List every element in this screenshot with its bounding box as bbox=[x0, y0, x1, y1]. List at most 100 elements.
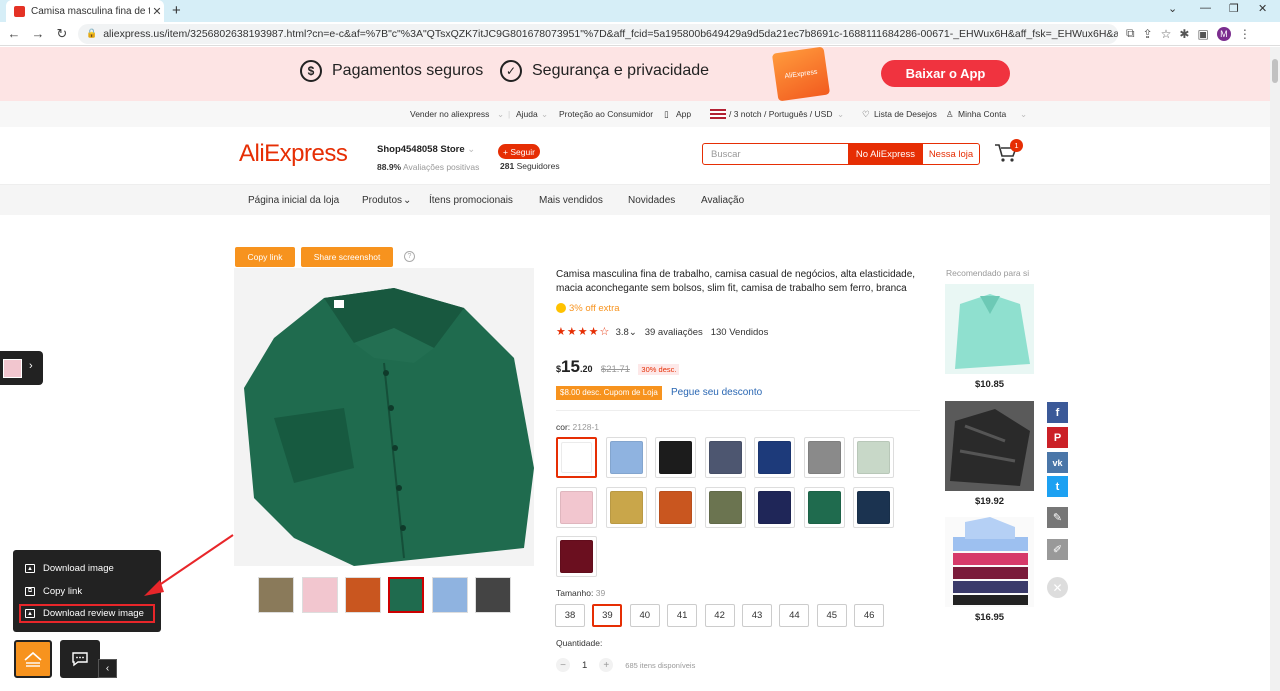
thumbnail-2[interactable] bbox=[302, 577, 338, 613]
url-field[interactable]: 🔒 aliexpress.us/item/3256802638193987.ht… bbox=[78, 23, 1118, 44]
menu-download-image[interactable]: ▲ Download image bbox=[25, 563, 114, 574]
search-store-button[interactable]: Nessa loja bbox=[922, 143, 980, 165]
color-swatch-12[interactable] bbox=[754, 486, 795, 528]
forward-icon[interactable]: → bbox=[28, 26, 48, 41]
color-swatch-10[interactable] bbox=[655, 486, 696, 528]
browser-tab[interactable]: Camisa masculina fina de trab ✕ bbox=[6, 0, 164, 22]
new-tab-button[interactable]: + bbox=[172, 2, 181, 19]
edit-note-icon[interactable]: ✎ bbox=[1047, 507, 1068, 528]
size-option-44[interactable]: 44 bbox=[779, 604, 810, 627]
thumbnail-5[interactable] bbox=[432, 577, 468, 613]
collapse-chevron-icon[interactable]: ‹ bbox=[98, 659, 117, 678]
search-input[interactable]: Buscar bbox=[702, 143, 849, 165]
sell-link[interactable]: Vender no aliexpress bbox=[410, 109, 489, 119]
help-link[interactable]: Ajuda bbox=[516, 109, 538, 119]
follow-button[interactable]: + Seguir bbox=[498, 144, 540, 159]
chevron-right-icon[interactable]: › bbox=[29, 360, 33, 372]
store-nav-reviews[interactable]: Avaliação bbox=[701, 195, 744, 206]
address-bar-row: ← → ↻ 🔒 aliexpress.us/item/3256802638193… bbox=[0, 22, 1280, 46]
qty-plus-button[interactable]: + bbox=[599, 658, 614, 672]
pinterest-share-icon[interactable]: P bbox=[1047, 427, 1068, 448]
maximize-icon[interactable]: ❐ bbox=[1229, 2, 1239, 15]
recommended-item-2-image[interactable] bbox=[945, 401, 1034, 491]
qty-minus-button[interactable]: − bbox=[556, 658, 570, 672]
review-count-link[interactable]: 39 avaliações bbox=[645, 327, 703, 338]
app-link[interactable]: App bbox=[676, 109, 691, 119]
color-swatch-7[interactable] bbox=[853, 437, 894, 478]
store-nav-products[interactable]: Produtos bbox=[362, 195, 402, 206]
scrollbar-thumb[interactable] bbox=[1272, 59, 1278, 83]
color-swatch-13[interactable] bbox=[803, 486, 845, 528]
recommended-item-2-price[interactable]: $19.92 bbox=[945, 496, 1034, 507]
vk-share-icon[interactable]: vk bbox=[1047, 452, 1068, 473]
color-swatch-9[interactable] bbox=[605, 486, 647, 528]
tab-close-icon[interactable]: ✕ bbox=[150, 5, 164, 18]
wishlist-link[interactable]: Lista de Desejos bbox=[874, 109, 937, 119]
facebook-share-icon[interactable]: f bbox=[1047, 402, 1068, 423]
color-swatch-1[interactable] bbox=[556, 437, 597, 478]
download-app-button[interactable]: Baixar o App bbox=[881, 60, 1010, 87]
color-swatch-5[interactable] bbox=[754, 437, 795, 478]
translate-icon[interactable]: ⧉ bbox=[1126, 26, 1135, 41]
menu-copy-link[interactable]: ⧉ Copy link bbox=[25, 586, 82, 597]
home-menu-button[interactable] bbox=[14, 640, 52, 678]
thumbnail-6[interactable] bbox=[475, 577, 511, 613]
pencil-icon[interactable]: ✐ bbox=[1047, 539, 1068, 560]
help-icon[interactable]: ? bbox=[404, 251, 415, 262]
menu-kebab-icon[interactable]: ⋮ bbox=[1239, 27, 1251, 41]
back-icon[interactable]: ← bbox=[4, 26, 24, 41]
store-nav-home[interactable]: Página inicial da loja bbox=[248, 195, 339, 206]
main-product-image[interactable] bbox=[234, 268, 534, 566]
size-option-38[interactable]: 38 bbox=[555, 604, 585, 627]
color-swatch-11[interactable] bbox=[704, 486, 746, 528]
recommended-item-1-image[interactable] bbox=[945, 284, 1034, 374]
size-option-46[interactable]: 46 bbox=[854, 604, 885, 627]
thumbnail-1[interactable] bbox=[258, 577, 294, 613]
side-panel-icon[interactable]: ▣ bbox=[1197, 27, 1208, 41]
close-window-icon[interactable]: ✕ bbox=[1258, 2, 1267, 15]
color-swatch-14[interactable] bbox=[853, 486, 894, 528]
color-swatch-4[interactable] bbox=[704, 437, 746, 478]
size-option-42[interactable]: 42 bbox=[704, 604, 735, 627]
share-icon[interactable]: ⇪ bbox=[1143, 27, 1153, 41]
floating-image-preview[interactable]: › bbox=[0, 351, 43, 385]
close-circle-icon[interactable]: ✕ bbox=[1047, 577, 1068, 598]
reload-icon[interactable]: ↻ bbox=[52, 26, 72, 42]
recommended-item-3-image[interactable] bbox=[945, 517, 1034, 607]
chat-button[interactable] bbox=[60, 640, 100, 678]
size-option-45[interactable]: 45 bbox=[816, 604, 847, 627]
color-swatch-8[interactable] bbox=[556, 486, 597, 528]
color-swatch-3[interactable] bbox=[655, 437, 696, 478]
size-option-39[interactable]: 39 bbox=[592, 604, 623, 627]
twitter-share-icon[interactable]: t bbox=[1047, 476, 1068, 497]
thumbnail-3[interactable] bbox=[345, 577, 381, 613]
copy-link-button[interactable]: Copy link bbox=[235, 247, 295, 267]
thumbnail-4-selected[interactable] bbox=[388, 577, 424, 613]
color-swatch-15[interactable] bbox=[556, 536, 597, 577]
size-option-41[interactable]: 41 bbox=[667, 604, 698, 627]
qty-value[interactable]: 1 bbox=[582, 660, 587, 671]
profile-avatar[interactable]: M bbox=[1216, 26, 1231, 41]
page-scrollbar[interactable] bbox=[1270, 47, 1280, 691]
store-name[interactable]: Shop4548058 Store ⌄ bbox=[377, 144, 475, 155]
store-nav-new[interactable]: Novidades bbox=[628, 195, 675, 206]
get-discount-link[interactable]: Pegue seu desconto bbox=[671, 387, 762, 398]
color-swatch-2[interactable] bbox=[605, 437, 647, 478]
extensions-icon[interactable]: ✱ bbox=[1179, 27, 1189, 41]
size-option-40[interactable]: 40 bbox=[629, 604, 660, 627]
recommended-item-3-price[interactable]: $16.95 bbox=[945, 612, 1034, 623]
aliexpress-logo[interactable]: AliExpress bbox=[239, 140, 348, 168]
tab-search-chevron-icon[interactable]: ⌄ bbox=[1168, 2, 1177, 15]
recommended-item-1-price[interactable]: $10.85 bbox=[945, 379, 1034, 390]
search-aliexpress-button[interactable]: No AliExpress bbox=[849, 143, 922, 165]
bookmark-star-icon[interactable]: ☆ bbox=[1161, 27, 1172, 41]
share-screenshot-button[interactable]: Share screenshot bbox=[301, 247, 393, 267]
locale-selector[interactable]: / 3 notch / Português / USD bbox=[729, 109, 832, 119]
minimize-icon[interactable]: — bbox=[1200, 2, 1211, 14]
color-swatch-6[interactable] bbox=[803, 437, 845, 478]
size-option-43[interactable]: 43 bbox=[742, 604, 772, 627]
store-nav-promo[interactable]: Ítens promocionais bbox=[429, 195, 513, 206]
buyer-protection-link[interactable]: Proteção ao Consumidor bbox=[559, 109, 653, 119]
account-link[interactable]: Minha Conta bbox=[958, 109, 1006, 119]
store-nav-best[interactable]: Mais vendidos bbox=[539, 195, 603, 206]
